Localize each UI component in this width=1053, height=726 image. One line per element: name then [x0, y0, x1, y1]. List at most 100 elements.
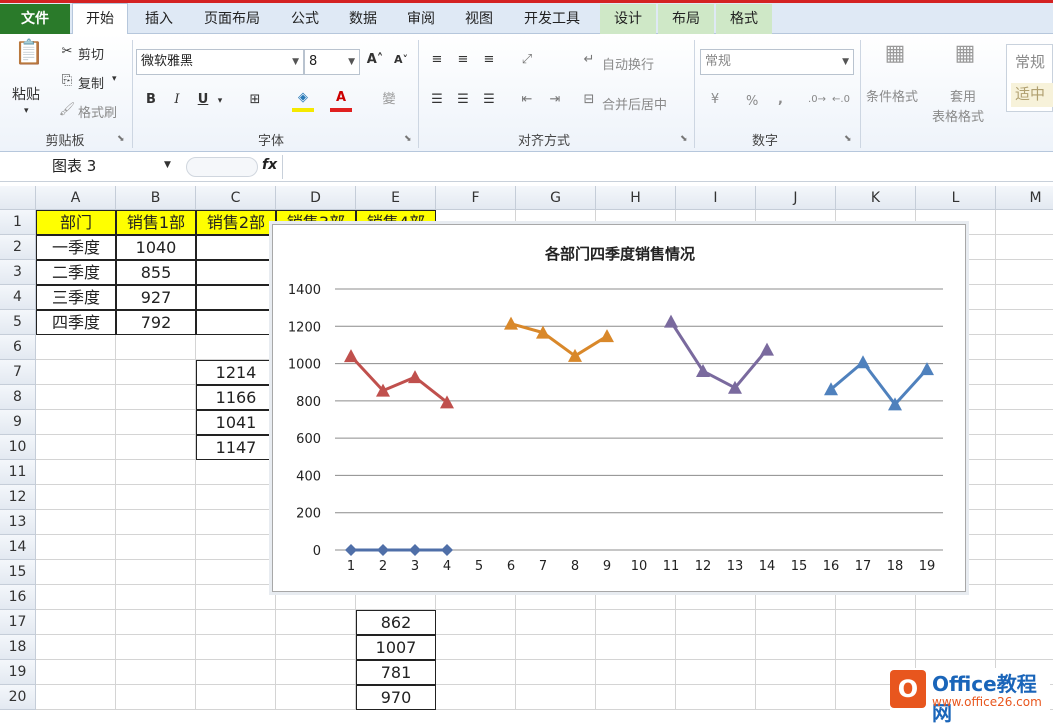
cut-button[interactable]: 剪切 — [78, 44, 104, 63]
cell-A5[interactable]: 四季度 — [36, 310, 116, 335]
tab-page-layout[interactable]: 页面布局 — [192, 4, 272, 34]
tab-design[interactable]: 设计 — [600, 4, 656, 34]
copy-button[interactable]: 复制 — [78, 73, 104, 92]
cell-E18[interactable]: 1007 — [356, 635, 436, 660]
style-normal[interactable]: 常规 — [1015, 51, 1045, 72]
cell-K17[interactable] — [836, 610, 916, 635]
column-header-A[interactable]: A — [36, 186, 116, 210]
cell-B17[interactable] — [116, 610, 196, 635]
cell-C15[interactable] — [196, 560, 276, 585]
cell-C2[interactable] — [196, 235, 276, 260]
font-color-icon[interactable]: A — [330, 88, 352, 110]
cell-M5[interactable] — [996, 310, 1053, 335]
underline-button[interactable]: U — [192, 90, 214, 112]
select-all-corner[interactable] — [0, 186, 36, 210]
cell-L18[interactable] — [916, 635, 996, 660]
cell-B20[interactable] — [116, 685, 196, 710]
cell-C6[interactable] — [196, 335, 276, 360]
row-header-2[interactable]: 2 — [0, 235, 36, 260]
cell-M1[interactable] — [996, 210, 1053, 235]
cell-B1[interactable]: 销售1部 — [116, 210, 196, 235]
cell-C9[interactable]: 1041 — [196, 410, 276, 435]
cell-A7[interactable] — [36, 360, 116, 385]
cell-B18[interactable] — [116, 635, 196, 660]
borders-icon[interactable]: ⊞ — [244, 90, 266, 112]
cell-M11[interactable] — [996, 460, 1053, 485]
column-header-I[interactable]: I — [676, 186, 756, 210]
cell-F19[interactable] — [436, 660, 516, 685]
table-format-icon[interactable]: ▦ — [950, 43, 980, 74]
style-neutral[interactable]: 适中 — [1011, 83, 1053, 107]
cell-C4[interactable] — [196, 285, 276, 310]
cell-H20[interactable] — [596, 685, 676, 710]
cell-E17[interactable]: 862 — [356, 610, 436, 635]
scissors-icon[interactable]: ✂ — [56, 42, 78, 64]
cell-J20[interactable] — [756, 685, 836, 710]
cell-J17[interactable] — [756, 610, 836, 635]
cell-K18[interactable] — [836, 635, 916, 660]
cell-B5[interactable]: 792 — [116, 310, 196, 335]
table-format-button[interactable]: 套用 — [950, 86, 976, 105]
column-header-D[interactable]: D — [276, 186, 356, 210]
row-header-11[interactable]: 11 — [0, 460, 36, 485]
cell-styles-gallery[interactable]: 常规 适中 — [1006, 44, 1053, 112]
cell-M7[interactable] — [996, 360, 1053, 385]
cell-M3[interactable] — [996, 260, 1053, 285]
grow-font-icon[interactable]: A˄ — [364, 50, 386, 72]
align-top-icon[interactable]: ≡ — [426, 50, 448, 72]
cell-D17[interactable] — [276, 610, 356, 635]
cell-C7[interactable]: 1214 — [196, 360, 276, 385]
percent-button[interactable]: % — [746, 94, 758, 109]
chart[interactable]: 各部门四季度销售情况 0 200 400 600 800 1000 1200 1400 1 2 3 4… — [272, 224, 966, 592]
phonetic-icon[interactable]: 變 — [378, 90, 400, 112]
row-header-13[interactable]: 13 — [0, 510, 36, 535]
cell-G20[interactable] — [516, 685, 596, 710]
cell-A18[interactable] — [36, 635, 116, 660]
font-name-select[interactable]: 微软雅黑 ▼ — [136, 49, 304, 75]
column-header-B[interactable]: B — [116, 186, 196, 210]
cell-A1[interactable]: 部门 — [36, 210, 116, 235]
underline-dropdown-icon[interactable]: ▾ — [214, 91, 226, 113]
column-header-F[interactable]: F — [436, 186, 516, 210]
cell-M18[interactable] — [996, 635, 1053, 660]
cell-C5[interactable] — [196, 310, 276, 335]
cell-A14[interactable] — [36, 535, 116, 560]
formula-input[interactable] — [282, 155, 1052, 179]
fill-color-icon[interactable]: ◈ — [292, 88, 314, 110]
row-header-8[interactable]: 8 — [0, 385, 36, 410]
cell-B10[interactable] — [116, 435, 196, 460]
paste-dropdown-icon[interactable]: ▾ — [24, 106, 29, 116]
cell-A4[interactable]: 三季度 — [36, 285, 116, 310]
cell-A9[interactable] — [36, 410, 116, 435]
name-box-dropdown-icon[interactable]: ▼ — [164, 160, 171, 170]
merge-center-button[interactable]: 合并后居中 — [602, 94, 667, 113]
row-header-18[interactable]: 18 — [0, 635, 36, 660]
cell-C10[interactable]: 1147 — [196, 435, 276, 460]
cell-J19[interactable] — [756, 660, 836, 685]
cell-B7[interactable] — [116, 360, 196, 385]
cell-I18[interactable] — [676, 635, 756, 660]
table-format-button-line2[interactable]: 表格格式 — [932, 106, 984, 125]
column-header-G[interactable]: G — [516, 186, 596, 210]
cell-H19[interactable] — [596, 660, 676, 685]
cell-B13[interactable] — [116, 510, 196, 535]
cell-C19[interactable] — [196, 660, 276, 685]
cell-C8[interactable]: 1166 — [196, 385, 276, 410]
paste-icon[interactable]: 📋 — [14, 40, 44, 72]
cell-A20[interactable] — [36, 685, 116, 710]
paste-button[interactable]: 粘贴 — [12, 84, 40, 104]
decrease-decimal-icon[interactable]: ←.0 — [830, 90, 852, 112]
row-header-17[interactable]: 17 — [0, 610, 36, 635]
cell-B15[interactable] — [116, 560, 196, 585]
cell-B11[interactable] — [116, 460, 196, 485]
wrap-text-icon[interactable]: ↵ — [578, 50, 600, 72]
row-header-5[interactable]: 5 — [0, 310, 36, 335]
column-header-J[interactable]: J — [756, 186, 836, 210]
cell-M15[interactable] — [996, 560, 1053, 585]
tab-data[interactable]: 数据 — [338, 4, 388, 34]
cell-A6[interactable] — [36, 335, 116, 360]
cell-G17[interactable] — [516, 610, 596, 635]
alignment-launcher-icon[interactable]: ⬊ — [680, 134, 688, 144]
conditional-format-button[interactable]: 条件格式 — [866, 86, 918, 105]
row-header-10[interactable]: 10 — [0, 435, 36, 460]
